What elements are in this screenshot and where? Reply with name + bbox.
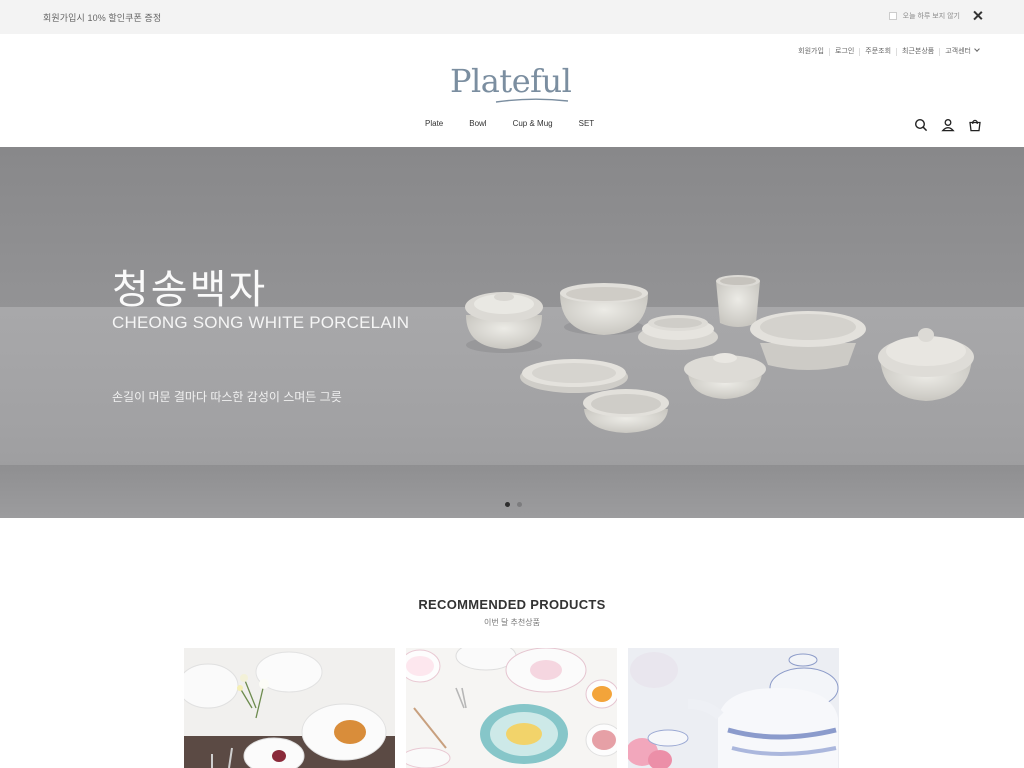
promo-text[interactable]: 회원가입시 10% 할인쿠폰 증정: [43, 11, 161, 24]
product-image: [184, 648, 395, 768]
product-card[interactable]: [184, 648, 395, 768]
slider-dot-1[interactable]: [505, 502, 510, 507]
search-icon[interactable]: [914, 118, 928, 132]
product-card[interactable]: [628, 648, 839, 768]
recommended-subtitle: 이번 달 추천상품: [484, 618, 540, 627]
hero-banner[interactable]: 청송백자 CHEONG SONG WHITE PORCELAIN 손길이 머문 …: [0, 147, 1024, 518]
close-icon[interactable]: [972, 10, 984, 22]
main-nav: Plate Bowl Cup & Mug SET: [425, 119, 620, 128]
site-header: 회원가입 로그인 주문조회 최근본상품 고객센터 Plateful Plate …: [0, 34, 1024, 147]
util-link-signup[interactable]: 회원가입: [793, 48, 829, 56]
nav-item-bowl[interactable]: Bowl: [469, 119, 486, 128]
cart-icon[interactable]: [968, 118, 982, 132]
customer-center-label: 고객센터: [945, 48, 971, 55]
logo-text: Plateful: [450, 62, 572, 100]
util-link-customer-center[interactable]: 고객센터: [939, 46, 984, 56]
util-link-login[interactable]: 로그인: [828, 48, 859, 56]
nav-item-plate[interactable]: Plate: [425, 119, 443, 128]
util-link-recent-items[interactable]: 최근본상품: [896, 48, 939, 56]
hide-today-label[interactable]: 오늘 하루 보지 않기: [903, 11, 960, 21]
product-grid: [184, 648, 839, 768]
product-card[interactable]: [406, 648, 617, 768]
logo-swoosh: [495, 98, 569, 103]
util-link-order-lookup[interactable]: 주문조회: [859, 48, 896, 56]
product-image: [628, 648, 839, 768]
utility-links: 회원가입 로그인 주문조회 최근본상품 고객센터: [793, 46, 984, 56]
chevron-down-icon: [974, 46, 980, 52]
brand-logo[interactable]: Plateful: [450, 62, 576, 104]
slider-dot-2[interactable]: [517, 502, 522, 507]
product-image: [406, 648, 617, 768]
hide-today-checkbox[interactable]: [888, 12, 897, 20]
header-icons: [914, 118, 982, 132]
nav-item-cup-mug[interactable]: Cup & Mug: [513, 119, 553, 128]
nav-item-set[interactable]: SET: [579, 119, 595, 128]
hero-subtitle: CHEONG SONG WHITE PORCELAIN: [112, 313, 410, 332]
user-icon[interactable]: [941, 118, 955, 132]
promo-bar: 회원가입시 10% 할인쿠폰 증정 오늘 하루 보지 않기: [0, 0, 1024, 34]
promo-controls: 오늘 하루 보지 않기: [888, 10, 984, 22]
recommended-title: RECOMMENDED PRODUCTS: [418, 597, 606, 612]
hero-description: 손길이 머문 결마다 따스한 감성이 스며든 그릇: [112, 390, 342, 404]
slider-pagination: [505, 502, 522, 507]
hero-title: 청송백자: [112, 267, 268, 313]
